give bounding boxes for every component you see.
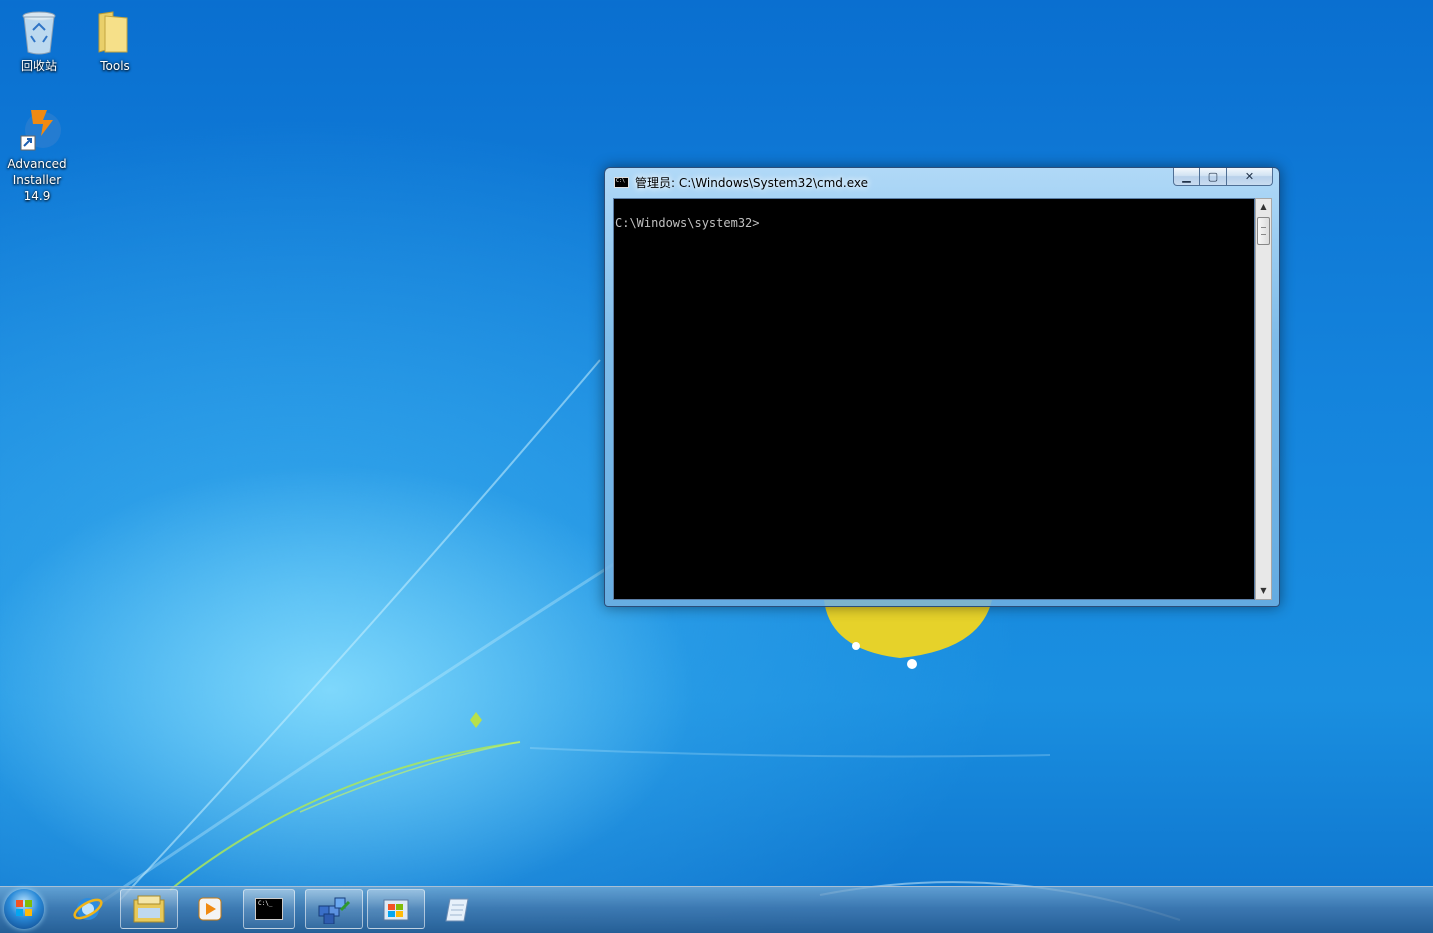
installer-wizard-icon (383, 899, 409, 921)
window-title: 管理员: C:\Windows\System32\cmd.exe (635, 176, 868, 190)
scroll-down-icon[interactable]: ▼ (1256, 583, 1271, 599)
advanced-installer-icon (13, 106, 61, 154)
command-prompt-icon: C:\_ (255, 898, 283, 920)
taskbar-installer-wizard[interactable] (367, 889, 425, 929)
media-player-icon (198, 897, 222, 921)
close-icon: ✕ (1244, 170, 1255, 183)
close-button[interactable]: ✕ (1227, 168, 1273, 186)
maximize-icon: ▢ (1207, 170, 1219, 183)
desktop-icon-tools-folder[interactable]: Tools (76, 8, 154, 74)
window-titlebar[interactable]: 管理员: C:\Windows\System32\cmd.exe ▁ ▢ ✕ (605, 168, 1279, 196)
recycle-bin-icon (15, 8, 63, 56)
setup-package-icon (318, 897, 351, 924)
maximize-button[interactable]: ▢ (1200, 168, 1227, 186)
minimize-button[interactable]: ▁ (1173, 168, 1200, 186)
taskbar-internet-explorer[interactable] (60, 889, 116, 929)
windows-explorer-icon (133, 895, 165, 923)
cmd-window[interactable]: 管理员: C:\Windows\System32\cmd.exe ▁ ▢ ✕ C… (604, 167, 1280, 607)
advanced-installer-label-line2: Installer 14.9 (12, 173, 62, 203)
taskbar-command-prompt[interactable]: C:\_ (243, 889, 295, 929)
vertical-scrollbar[interactable]: ▲ ▼ (1255, 198, 1272, 600)
taskbar: C:\_ (0, 886, 1433, 933)
cmd-title-icon (614, 177, 629, 188)
taskbar-media-player[interactable] (182, 889, 238, 929)
scroll-up-icon[interactable]: ▲ (1256, 199, 1271, 215)
folder-icon (91, 8, 139, 56)
taskbar-notepad[interactable] (430, 889, 486, 929)
taskbar-setup-package[interactable] (305, 889, 363, 929)
recycle-bin-label: 回收站 (20, 59, 57, 73)
console-prompt: C:\Windows\system32> (615, 216, 760, 230)
start-button[interactable] (4, 889, 44, 929)
start-orb-icon (16, 900, 32, 916)
console-area[interactable]: C:\Windows\system32> (613, 198, 1255, 600)
notepad-icon (445, 898, 469, 922)
internet-explorer-icon (73, 898, 103, 920)
desktop-icon-advanced-installer[interactable]: Advanced Installer 14.9 (0, 106, 76, 204)
scroll-thumb[interactable] (1257, 217, 1270, 245)
minimize-icon: ▁ (1182, 170, 1191, 183)
caption-buttons: ▁ ▢ ✕ (1173, 168, 1273, 187)
advanced-installer-label-line1: Advanced (7, 157, 67, 171)
taskbar-windows-explorer[interactable] (120, 889, 178, 929)
desktop-icon-recycle-bin[interactable]: 回收站 (0, 8, 78, 74)
tools-folder-label: Tools (100, 59, 130, 73)
